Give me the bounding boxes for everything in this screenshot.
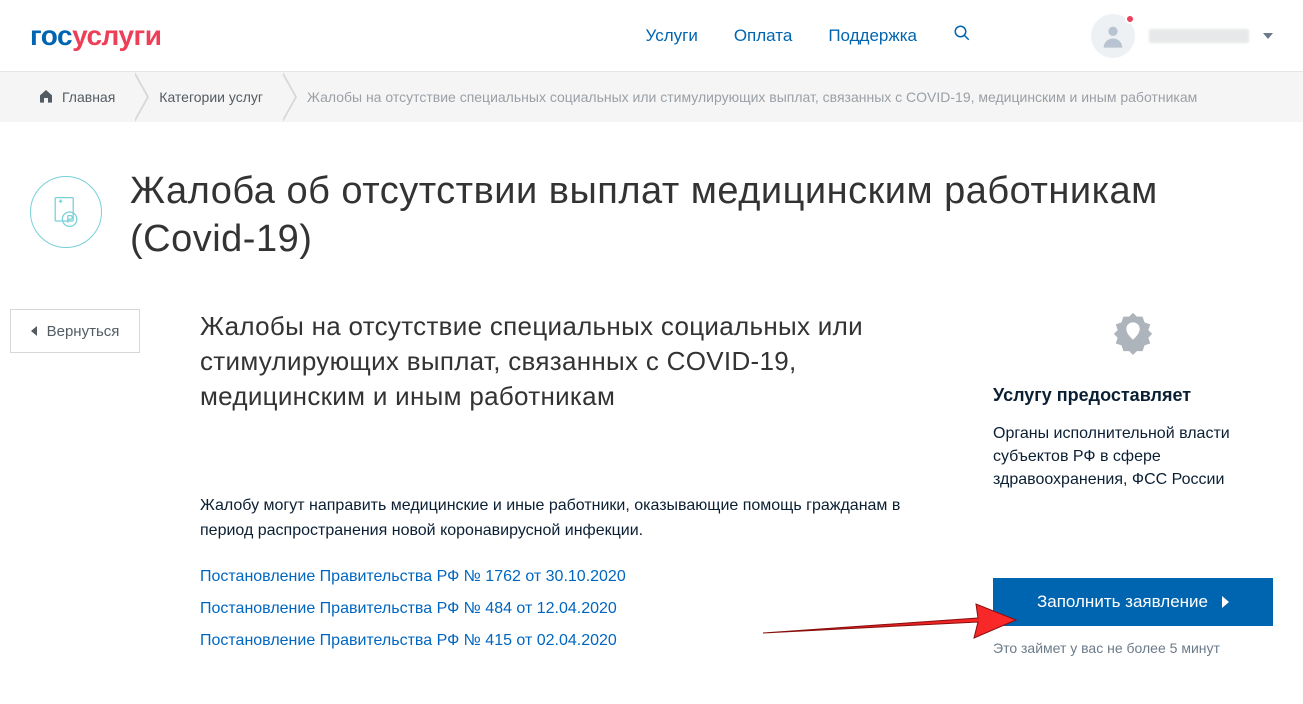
top-nav: Услуги Оплата Поддержка [646, 24, 971, 47]
breadcrumb-home-label: Главная [62, 89, 115, 105]
chevron-right-icon [1222, 596, 1229, 608]
service-description: Жалобу могут направить медицинские и ины… [200, 494, 953, 544]
chevron-down-icon[interactable] [1263, 33, 1273, 39]
back-button-label: Вернуться [47, 323, 120, 340]
decree-link-1[interactable]: Постановление Правительства РФ № 1762 от… [200, 568, 953, 586]
chevron-left-icon [31, 326, 37, 336]
decree-link-3[interactable]: Постановление Правительства РФ № 415 от … [200, 632, 953, 650]
top-bar: госуслуги Услуги Оплата Поддержка [0, 0, 1303, 72]
breadcrumb-current: Жалобы на отсутствие специальных социаль… [281, 72, 1273, 122]
breadcrumb: Главная Категории услуг Жалобы на отсутс… [0, 72, 1303, 122]
home-icon [38, 88, 54, 107]
title-block: Жалоба об отсутствии выплат медицинским … [0, 122, 1303, 273]
breadcrumb-categories-label: Категории услуг [159, 89, 263, 105]
fill-application-button[interactable]: Заполнить заявление [993, 578, 1273, 626]
breadcrumb-current-label: Жалобы на отсутствие специальных социаль… [307, 89, 1197, 105]
breadcrumb-categories[interactable]: Категории услуг [133, 72, 281, 122]
provider-heading: Услугу предоставляет [993, 385, 1273, 406]
logo-part-2: услуги [72, 20, 161, 52]
decree-link-2[interactable]: Постановление Правительства РФ № 484 от … [200, 600, 953, 618]
nav-services[interactable]: Услуги [646, 26, 698, 46]
nav-support[interactable]: Поддержка [828, 26, 917, 46]
service-subtitle: Жалобы на отсутствие специальных социаль… [200, 309, 953, 414]
site-logo[interactable]: госуслуги [30, 20, 161, 52]
avatar [1091, 14, 1135, 58]
user-menu[interactable] [1091, 14, 1273, 58]
provider-text: Органы исполнительной власти субъектов Р… [993, 422, 1273, 492]
search-icon[interactable] [953, 24, 971, 47]
cta-note: Это займет у вас не более 5 минут [993, 640, 1273, 656]
notification-dot-icon [1125, 14, 1135, 24]
coat-of-arms-icon [1110, 309, 1156, 355]
cta-label: Заполнить заявление [1037, 592, 1208, 612]
nav-payment[interactable]: Оплата [734, 26, 792, 46]
breadcrumb-home[interactable]: Главная [30, 72, 133, 122]
user-name-blurred [1149, 29, 1249, 43]
back-button[interactable]: Вернуться [10, 309, 140, 353]
page-title: Жалоба об отсутствии выплат медицинским … [130, 168, 1273, 263]
document-ruble-icon [30, 176, 102, 248]
logo-part-1: гос [30, 20, 72, 52]
